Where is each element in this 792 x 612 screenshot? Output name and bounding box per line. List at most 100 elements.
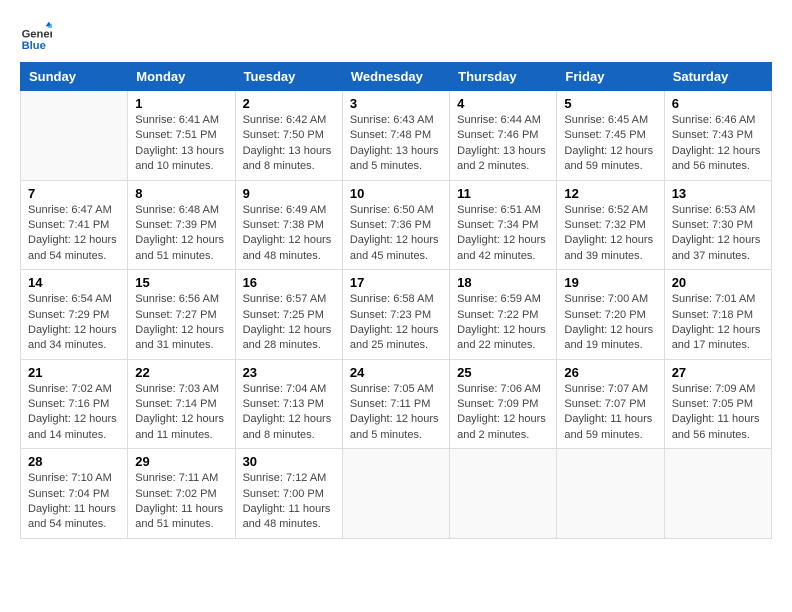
calendar-cell: 13 Sunrise: 6:53 AMSunset: 7:30 PMDayligh… [664,180,771,270]
day-number: 17 [350,275,442,290]
day-info: Sunrise: 7:00 AMSunset: 7:20 PMDaylight:… [564,292,656,354]
day-info: Sunrise: 6:58 AMSunset: 7:23 PMDaylight:… [350,292,442,354]
day-info: Sunrise: 6:47 AMSunset: 7:41 PMDaylight:… [28,203,120,265]
calendar-cell: 7 Sunrise: 6:47 AMSunset: 7:41 PMDaylight… [21,180,128,270]
logo: General Blue [20,20,56,52]
day-number: 4 [457,96,549,111]
calendar-cell: 27 Sunrise: 7:09 AMSunset: 7:05 PMDayligh… [664,359,771,449]
calendar-cell: 3Sunrise: 6:43 AMSunset: 7:48 PMDaylight… [342,91,449,181]
calendar-cell: 10 Sunrise: 6:50 AMSunset: 7:36 PMDayligh… [342,180,449,270]
day-info: Sunrise: 6:51 AMSunset: 7:34 PMDaylight:… [457,203,549,265]
calendar-cell: 8 Sunrise: 6:48 AMSunset: 7:39 PMDaylight… [128,180,235,270]
day-info: Sunrise: 6:53 AMSunset: 7:30 PMDaylight:… [672,203,764,265]
day-info: Sunrise: 7:12 AMSunset: 7:00 PMDaylight:… [243,471,335,533]
day-number: 3 [350,96,442,111]
day-number: 6 [672,96,764,111]
day-info: Sunrise: 7:01 AMSunset: 7:18 PMDaylight:… [672,292,764,354]
day-number: 24 [350,365,442,380]
day-info: Sunrise: 7:07 AMSunset: 7:07 PMDaylight:… [564,382,656,444]
calendar: SundayMondayTuesdayWednesdayThursdayFrid… [20,62,772,539]
day-number: 19 [564,275,656,290]
calendar-header-monday: Monday [128,63,235,91]
day-number: 10 [350,186,442,201]
day-info: Sunrise: 7:02 AMSunset: 7:16 PMDaylight:… [28,382,120,444]
calendar-cell: 23Sunrise: 7:04 AMSunset: 7:13 PMDayligh… [235,359,342,449]
day-number: 5 [564,96,656,111]
calendar-header-thursday: Thursday [450,63,557,91]
day-info: Sunrise: 6:46 AMSunset: 7:43 PMDaylight:… [672,113,764,175]
day-number: 15 [135,275,227,290]
calendar-week-row: 28 Sunrise: 7:10 AMSunset: 7:04 PMDayligh… [21,449,772,539]
day-info: Sunrise: 6:59 AMSunset: 7:22 PMDaylight:… [457,292,549,354]
calendar-cell: 17 Sunrise: 6:58 AMSunset: 7:23 PMDayligh… [342,270,449,360]
day-number: 9 [243,186,335,201]
calendar-cell: 25 Sunrise: 7:06 AMSunset: 7:09 PMDayligh… [450,359,557,449]
day-number: 27 [672,365,764,380]
day-info: Sunrise: 6:50 AMSunset: 7:36 PMDaylight:… [350,203,442,265]
day-number: 21 [28,365,120,380]
calendar-header-friday: Friday [557,63,664,91]
day-info: Sunrise: 7:10 AMSunset: 7:04 PMDaylight:… [28,471,120,533]
calendar-cell: 24 Sunrise: 7:05 AMSunset: 7:11 PMDayligh… [342,359,449,449]
calendar-week-row: 1 Sunrise: 6:41 AMSunset: 7:51 PMDaylight… [21,91,772,181]
day-number: 18 [457,275,549,290]
calendar-cell: 5 Sunrise: 6:45 AMSunset: 7:45 PMDaylight… [557,91,664,181]
logo-icon: General Blue [20,20,52,52]
day-number: 14 [28,275,120,290]
day-info: Sunrise: 7:05 AMSunset: 7:11 PMDaylight:… [350,382,442,444]
calendar-cell: 6 Sunrise: 6:46 AMSunset: 7:43 PMDaylight… [664,91,771,181]
calendar-cell: 1 Sunrise: 6:41 AMSunset: 7:51 PMDaylight… [128,91,235,181]
calendar-header-sunday: Sunday [21,63,128,91]
calendar-cell: 11 Sunrise: 6:51 AMSunset: 7:34 PMDayligh… [450,180,557,270]
day-number: 12 [564,186,656,201]
page-header: General Blue [20,20,772,52]
day-info: Sunrise: 7:11 AMSunset: 7:02 PMDaylight:… [135,471,227,533]
day-number: 29 [135,454,227,469]
calendar-cell [557,449,664,539]
day-number: 7 [28,186,120,201]
calendar-cell: 26Sunrise: 7:07 AMSunset: 7:07 PMDayligh… [557,359,664,449]
svg-text:General: General [22,29,52,41]
day-number: 22 [135,365,227,380]
day-number: 30 [243,454,335,469]
day-info: Sunrise: 6:54 AMSunset: 7:29 PMDaylight:… [28,292,120,354]
calendar-cell: 19 Sunrise: 7:00 AMSunset: 7:20 PMDayligh… [557,270,664,360]
day-info: Sunrise: 7:09 AMSunset: 7:05 PMDaylight:… [672,382,764,444]
day-info: Sunrise: 6:48 AMSunset: 7:39 PMDaylight:… [135,203,227,265]
calendar-header-saturday: Saturday [664,63,771,91]
day-number: 23 [243,365,335,380]
calendar-week-row: 21 Sunrise: 7:02 AMSunset: 7:16 PMDayligh… [21,359,772,449]
calendar-header-row: SundayMondayTuesdayWednesdayThursdayFrid… [21,63,772,91]
day-number: 8 [135,186,227,201]
calendar-cell: 21 Sunrise: 7:02 AMSunset: 7:16 PMDayligh… [21,359,128,449]
calendar-cell [450,449,557,539]
day-info: Sunrise: 7:03 AMSunset: 7:14 PMDaylight:… [135,382,227,444]
day-info: Sunrise: 6:56 AMSunset: 7:27 PMDaylight:… [135,292,227,354]
calendar-cell: 30 Sunrise: 7:12 AMSunset: 7:00 PMDayligh… [235,449,342,539]
day-number: 2 [243,96,335,111]
day-number: 11 [457,186,549,201]
day-info: Sunrise: 6:41 AMSunset: 7:51 PMDaylight:… [135,113,227,175]
day-info: Sunrise: 6:45 AMSunset: 7:45 PMDaylight:… [564,113,656,175]
day-number: 28 [28,454,120,469]
calendar-cell [342,449,449,539]
calendar-cell: 2 Sunrise: 6:42 AMSunset: 7:50 PMDaylight… [235,91,342,181]
calendar-cell: 16 Sunrise: 6:57 AMSunset: 7:25 PMDayligh… [235,270,342,360]
calendar-cell [21,91,128,181]
day-info: Sunrise: 6:42 AMSunset: 7:50 PMDaylight:… [243,113,335,175]
calendar-week-row: 7 Sunrise: 6:47 AMSunset: 7:41 PMDaylight… [21,180,772,270]
calendar-cell: 18 Sunrise: 6:59 AMSunset: 7:22 PMDayligh… [450,270,557,360]
day-number: 16 [243,275,335,290]
calendar-cell: 12Sunrise: 6:52 AMSunset: 7:32 PMDayligh… [557,180,664,270]
calendar-cell [664,449,771,539]
calendar-header-tuesday: Tuesday [235,63,342,91]
day-info: Sunrise: 6:44 AMSunset: 7:46 PMDaylight:… [457,113,549,175]
day-info: Sunrise: 6:57 AMSunset: 7:25 PMDaylight:… [243,292,335,354]
day-number: 13 [672,186,764,201]
day-number: 25 [457,365,549,380]
calendar-week-row: 14 Sunrise: 6:54 AMSunset: 7:29 PMDayligh… [21,270,772,360]
day-info: Sunrise: 6:49 AMSunset: 7:38 PMDaylight:… [243,203,335,265]
day-number: 1 [135,96,227,111]
day-info: Sunrise: 7:06 AMSunset: 7:09 PMDaylight:… [457,382,549,444]
calendar-cell: 29 Sunrise: 7:11 AMSunset: 7:02 PMDayligh… [128,449,235,539]
